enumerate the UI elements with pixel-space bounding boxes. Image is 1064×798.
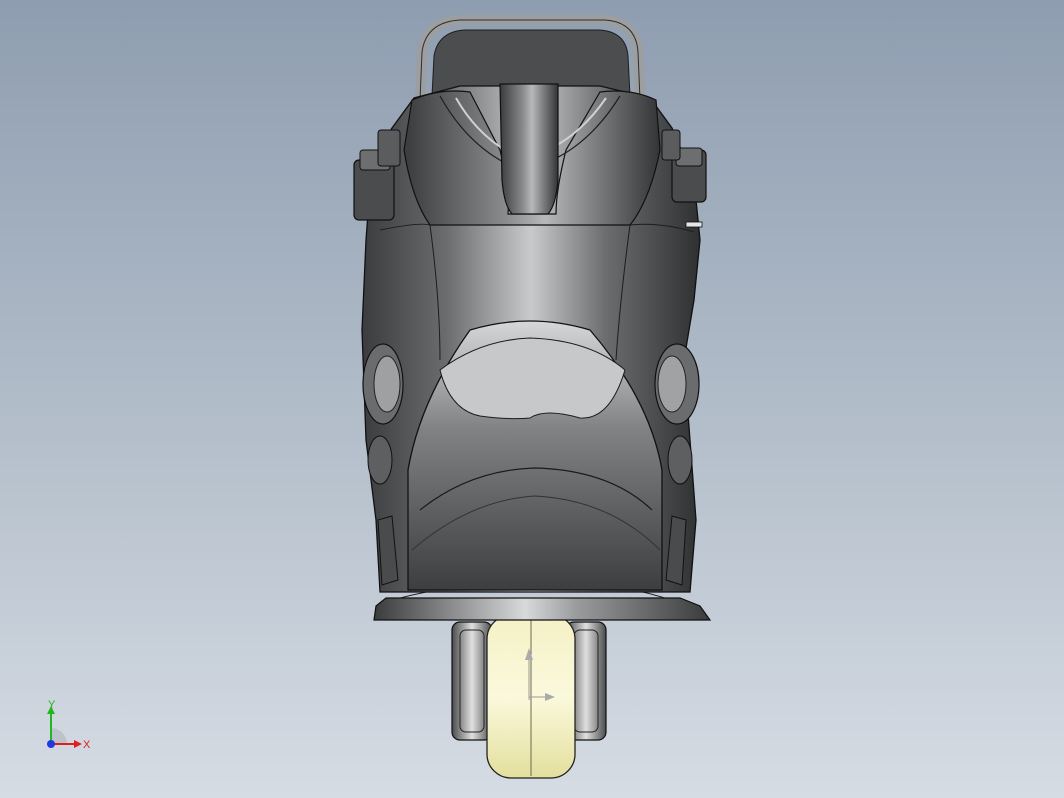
x-axis-label: X	[83, 739, 91, 751]
axis-triad: Y X	[47, 699, 91, 751]
x-axis-arrow	[74, 740, 82, 748]
boot-pull-tab	[499, 83, 559, 215]
left-buckle[interactable]	[353, 129, 401, 221]
wheel[interactable]	[486, 614, 576, 779]
skate-model[interactable]	[0, 0, 1064, 798]
z-axis-dot	[47, 740, 55, 748]
graphics-viewport[interactable]: Y X	[0, 0, 1064, 798]
wheel-hub-left	[451, 621, 493, 741]
y-axis-label: Y	[48, 699, 56, 711]
